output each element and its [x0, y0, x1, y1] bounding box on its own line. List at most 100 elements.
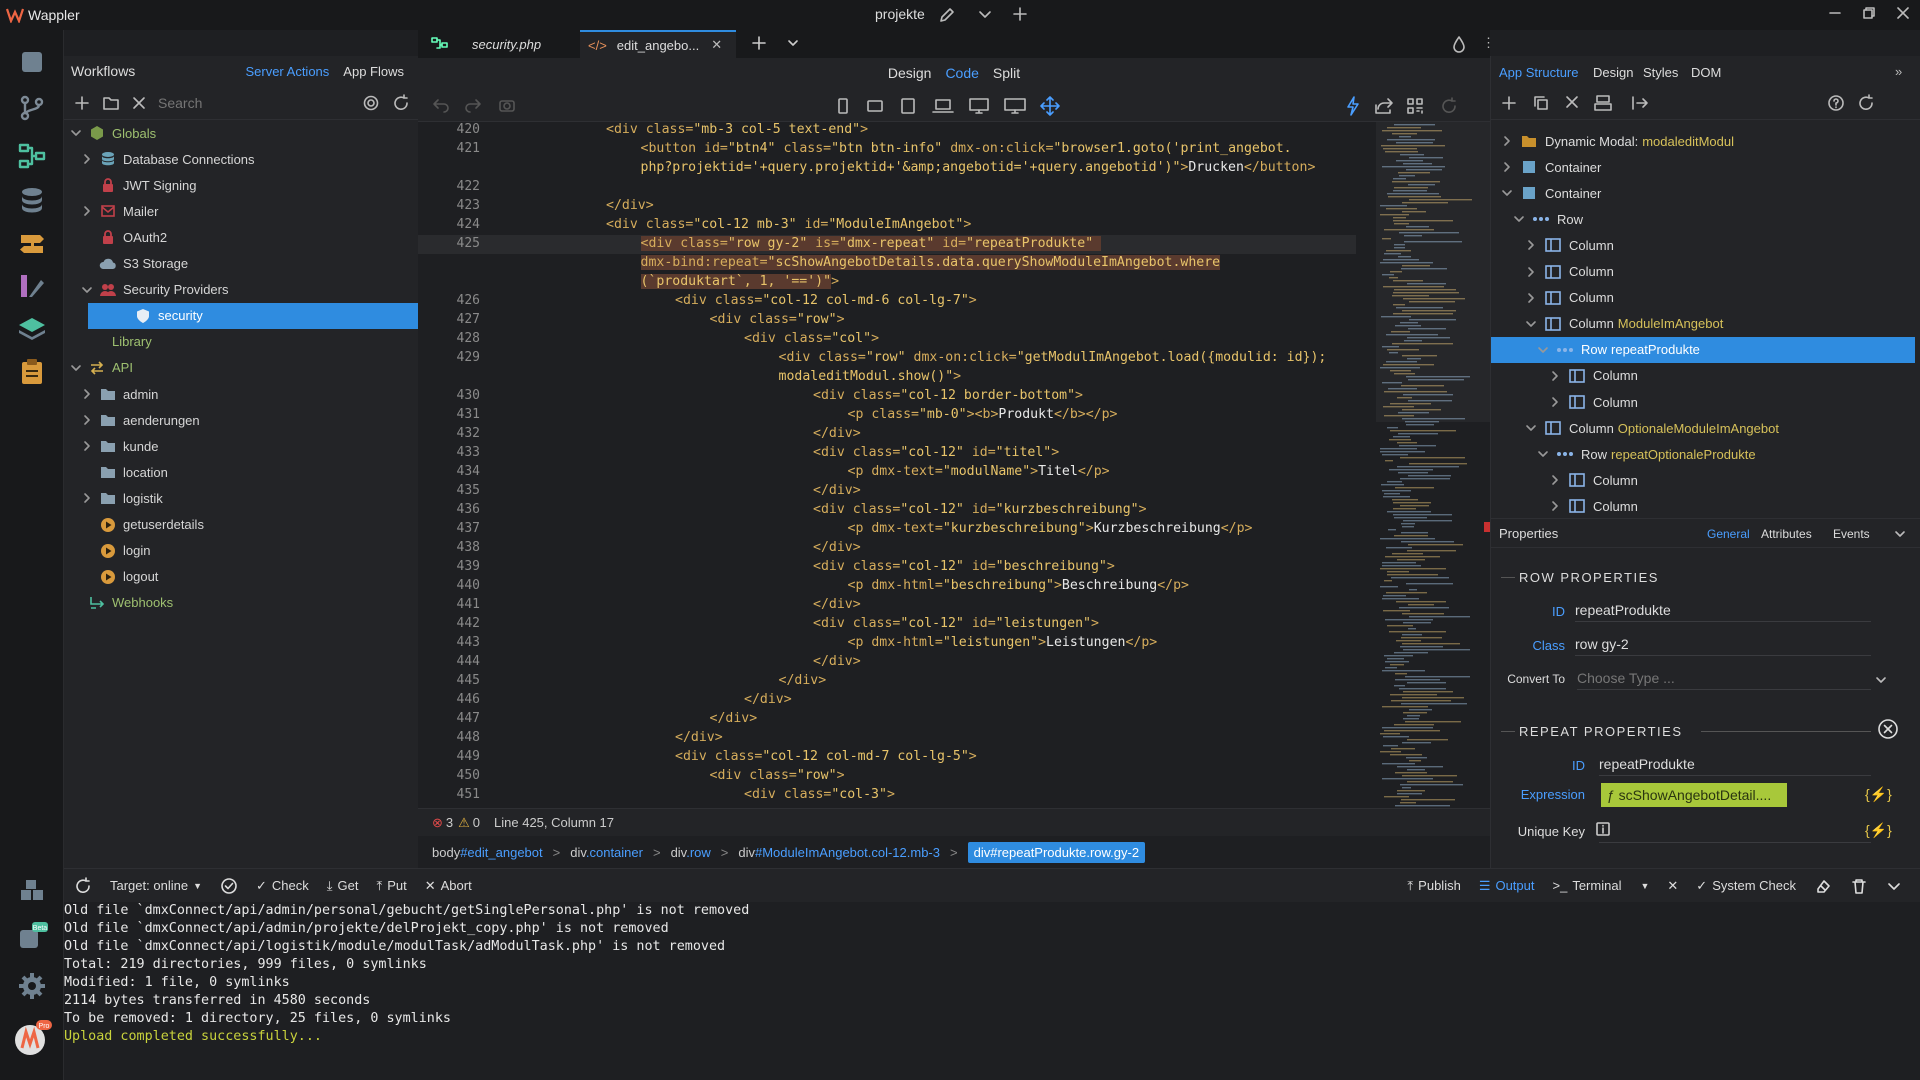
- expression-input[interactable]: ƒ scShowAngebotDetail....: [1601, 783, 1787, 807]
- repeat-id-input[interactable]: repeatProdukte: [1599, 756, 1871, 776]
- structure-item[interactable]: Row: [1491, 206, 1920, 232]
- tab-dom[interactable]: DOM: [1691, 65, 1721, 80]
- tree-item[interactable]: Security Providers: [64, 277, 418, 303]
- class-input[interactable]: row gy-2: [1575, 636, 1871, 656]
- code-line[interactable]: <div class="col">: [744, 331, 879, 346]
- chevron-right-icon[interactable]: [1549, 396, 1563, 408]
- tree-item[interactable]: JWT Signing: [64, 172, 418, 198]
- tab-app-flows[interactable]: App Flows: [343, 64, 404, 79]
- tab-edit-angebot[interactable]: </> edit_angebo... ✕: [580, 30, 736, 58]
- fit-view-icon[interactable]: [1040, 96, 1060, 116]
- chevron-down-icon[interactable]: [70, 127, 84, 139]
- refresh-icon[interactable]: [1857, 94, 1875, 112]
- clear-output-icon[interactable]: [1814, 877, 1832, 895]
- tree-item[interactable]: OAuth2: [64, 224, 418, 250]
- unique-key-input[interactable]: [1599, 842, 1871, 843]
- chevron-right-icon[interactable]: [1549, 370, 1563, 382]
- output-tab[interactable]: ☰ Output: [1479, 878, 1535, 894]
- tree-item[interactable]: getuserdetails: [64, 512, 418, 538]
- tab-design[interactable]: Design: [1593, 65, 1633, 80]
- tree-item[interactable]: Database Connections: [64, 146, 418, 172]
- code-line[interactable]: <div class="col-12 col-md-6 col-lg-7">: [675, 293, 977, 308]
- system-check-button[interactable]: ✓ System Check: [1696, 878, 1796, 894]
- code-line[interactable]: <div class="col-12" id="beschreibung">: [813, 559, 1115, 574]
- convert-to-select[interactable]: Choose Type ...: [1577, 670, 1871, 690]
- view-code[interactable]: Code: [945, 65, 978, 81]
- drop-icon[interactable]: [1452, 35, 1466, 53]
- tabs-dropdown-icon[interactable]: [786, 36, 800, 50]
- tree-item[interactable]: Library: [64, 329, 418, 355]
- caret-down-icon[interactable]: ▼: [1640, 881, 1649, 891]
- git-icon[interactable]: [16, 92, 48, 124]
- add-icon[interactable]: [1501, 95, 1517, 111]
- chevron-right-icon[interactable]: [1549, 474, 1563, 486]
- code-line[interactable]: <p dmx-html="leistungen">Leistungen</p>: [848, 635, 1158, 650]
- search-input[interactable]: [158, 94, 328, 111]
- tab-general[interactable]: General: [1707, 527, 1750, 541]
- code-line[interactable]: <div class="row" dmx-on:click="getModulI…: [779, 350, 1327, 365]
- pages-icon[interactable]: [16, 46, 48, 78]
- clipboard-icon[interactable]: [16, 356, 48, 388]
- reload-icon[interactable]: [1440, 97, 1458, 115]
- chevron-down-icon[interactable]: [70, 362, 84, 374]
- chevron-down-icon[interactable]: [1875, 674, 1887, 686]
- code-line[interactable]: <p dmx-html="beschreibung">Beschreibung<…: [848, 578, 1189, 593]
- laptop-view-icon[interactable]: [932, 97, 954, 115]
- structure-item[interactable]: Column: [1491, 259, 1920, 285]
- chevron-down-icon[interactable]: [1513, 213, 1527, 225]
- close-window-icon[interactable]: [1896, 6, 1910, 20]
- move-icon[interactable]: [1631, 95, 1649, 111]
- sync-icon[interactable]: [74, 876, 92, 895]
- error-icon[interactable]: ⊗: [432, 815, 443, 831]
- structure-item[interactable]: Column: [1491, 389, 1920, 415]
- database-icon[interactable]: [16, 184, 48, 216]
- terminal-tab[interactable]: >_ Terminal ▼: [1553, 878, 1650, 893]
- code-line[interactable]: (`produktart`, 1, '==')">: [640, 274, 839, 289]
- chevron-right-icon[interactable]: [81, 153, 95, 165]
- breadcrumb-item[interactable]: div.row: [671, 845, 711, 860]
- undo-icon[interactable]: [432, 97, 450, 113]
- trash-icon[interactable]: [1850, 877, 1868, 895]
- tab-app-structure[interactable]: App Structure: [1499, 65, 1579, 80]
- tree-item[interactable]: Globals: [64, 120, 418, 146]
- put-button[interactable]: ⤒ Put: [376, 878, 406, 894]
- wrap-icon[interactable]: [1593, 94, 1613, 112]
- code-line[interactable]: <div class="row">: [710, 768, 845, 783]
- code-line[interactable]: <p class="mb-0"><b>Produkt</b></p>: [848, 407, 1118, 422]
- status-check-icon[interactable]: [220, 877, 238, 895]
- chevron-right-icon[interactable]: [81, 414, 95, 426]
- widescreen-view-icon[interactable]: [1004, 97, 1026, 115]
- code-line[interactable]: <div class="col-12" id="leistungen">: [813, 616, 1099, 631]
- tree-item[interactable]: security: [88, 302, 418, 329]
- code-line[interactable]: </div>: [675, 730, 723, 745]
- code-line[interactable]: <div class="col-12" id="titel">: [813, 445, 1059, 460]
- add-icon[interactable]: [74, 95, 90, 111]
- code-line[interactable]: <p dmx-text="kurzbeschreibung">Kurzbesch…: [848, 521, 1253, 536]
- dynamic-data-icon[interactable]: {⚡}: [1865, 786, 1892, 803]
- tree-item[interactable]: aenderungen: [64, 407, 418, 433]
- redo-icon[interactable]: [464, 97, 482, 113]
- structure-item[interactable]: Container: [1491, 154, 1920, 180]
- structure-item[interactable]: Column: [1491, 232, 1920, 258]
- add-project-icon[interactable]: [1012, 6, 1028, 22]
- beta-features-icon[interactable]: Beta: [16, 920, 48, 952]
- tab-attributes[interactable]: Attributes: [1761, 527, 1812, 541]
- phone-view-icon[interactable]: [836, 97, 850, 115]
- new-tab-icon[interactable]: [750, 34, 768, 52]
- chevron-right-icon[interactable]: [81, 492, 95, 504]
- code-line[interactable]: </div>: [779, 673, 827, 688]
- qr-code-icon[interactable]: [1406, 97, 1424, 115]
- warning-count[interactable]: 0: [473, 815, 480, 830]
- screenshot-icon[interactable]: [498, 97, 516, 113]
- view-split[interactable]: Split: [993, 65, 1020, 81]
- warning-icon[interactable]: ⚠: [458, 815, 470, 831]
- code-line[interactable]: </div>: [813, 540, 861, 555]
- tree-item[interactable]: API: [64, 355, 418, 381]
- code-line[interactable]: </div>: [710, 711, 758, 726]
- get-button[interactable]: ⤓ Get: [327, 878, 359, 894]
- chevron-right-icon[interactable]: [1525, 292, 1539, 304]
- phone-landscape-icon[interactable]: [866, 97, 884, 115]
- collapse-panel-icon[interactable]: »: [1895, 64, 1902, 79]
- code-minimap[interactable]: [1376, 122, 1490, 808]
- tree-item[interactable]: login: [64, 538, 418, 564]
